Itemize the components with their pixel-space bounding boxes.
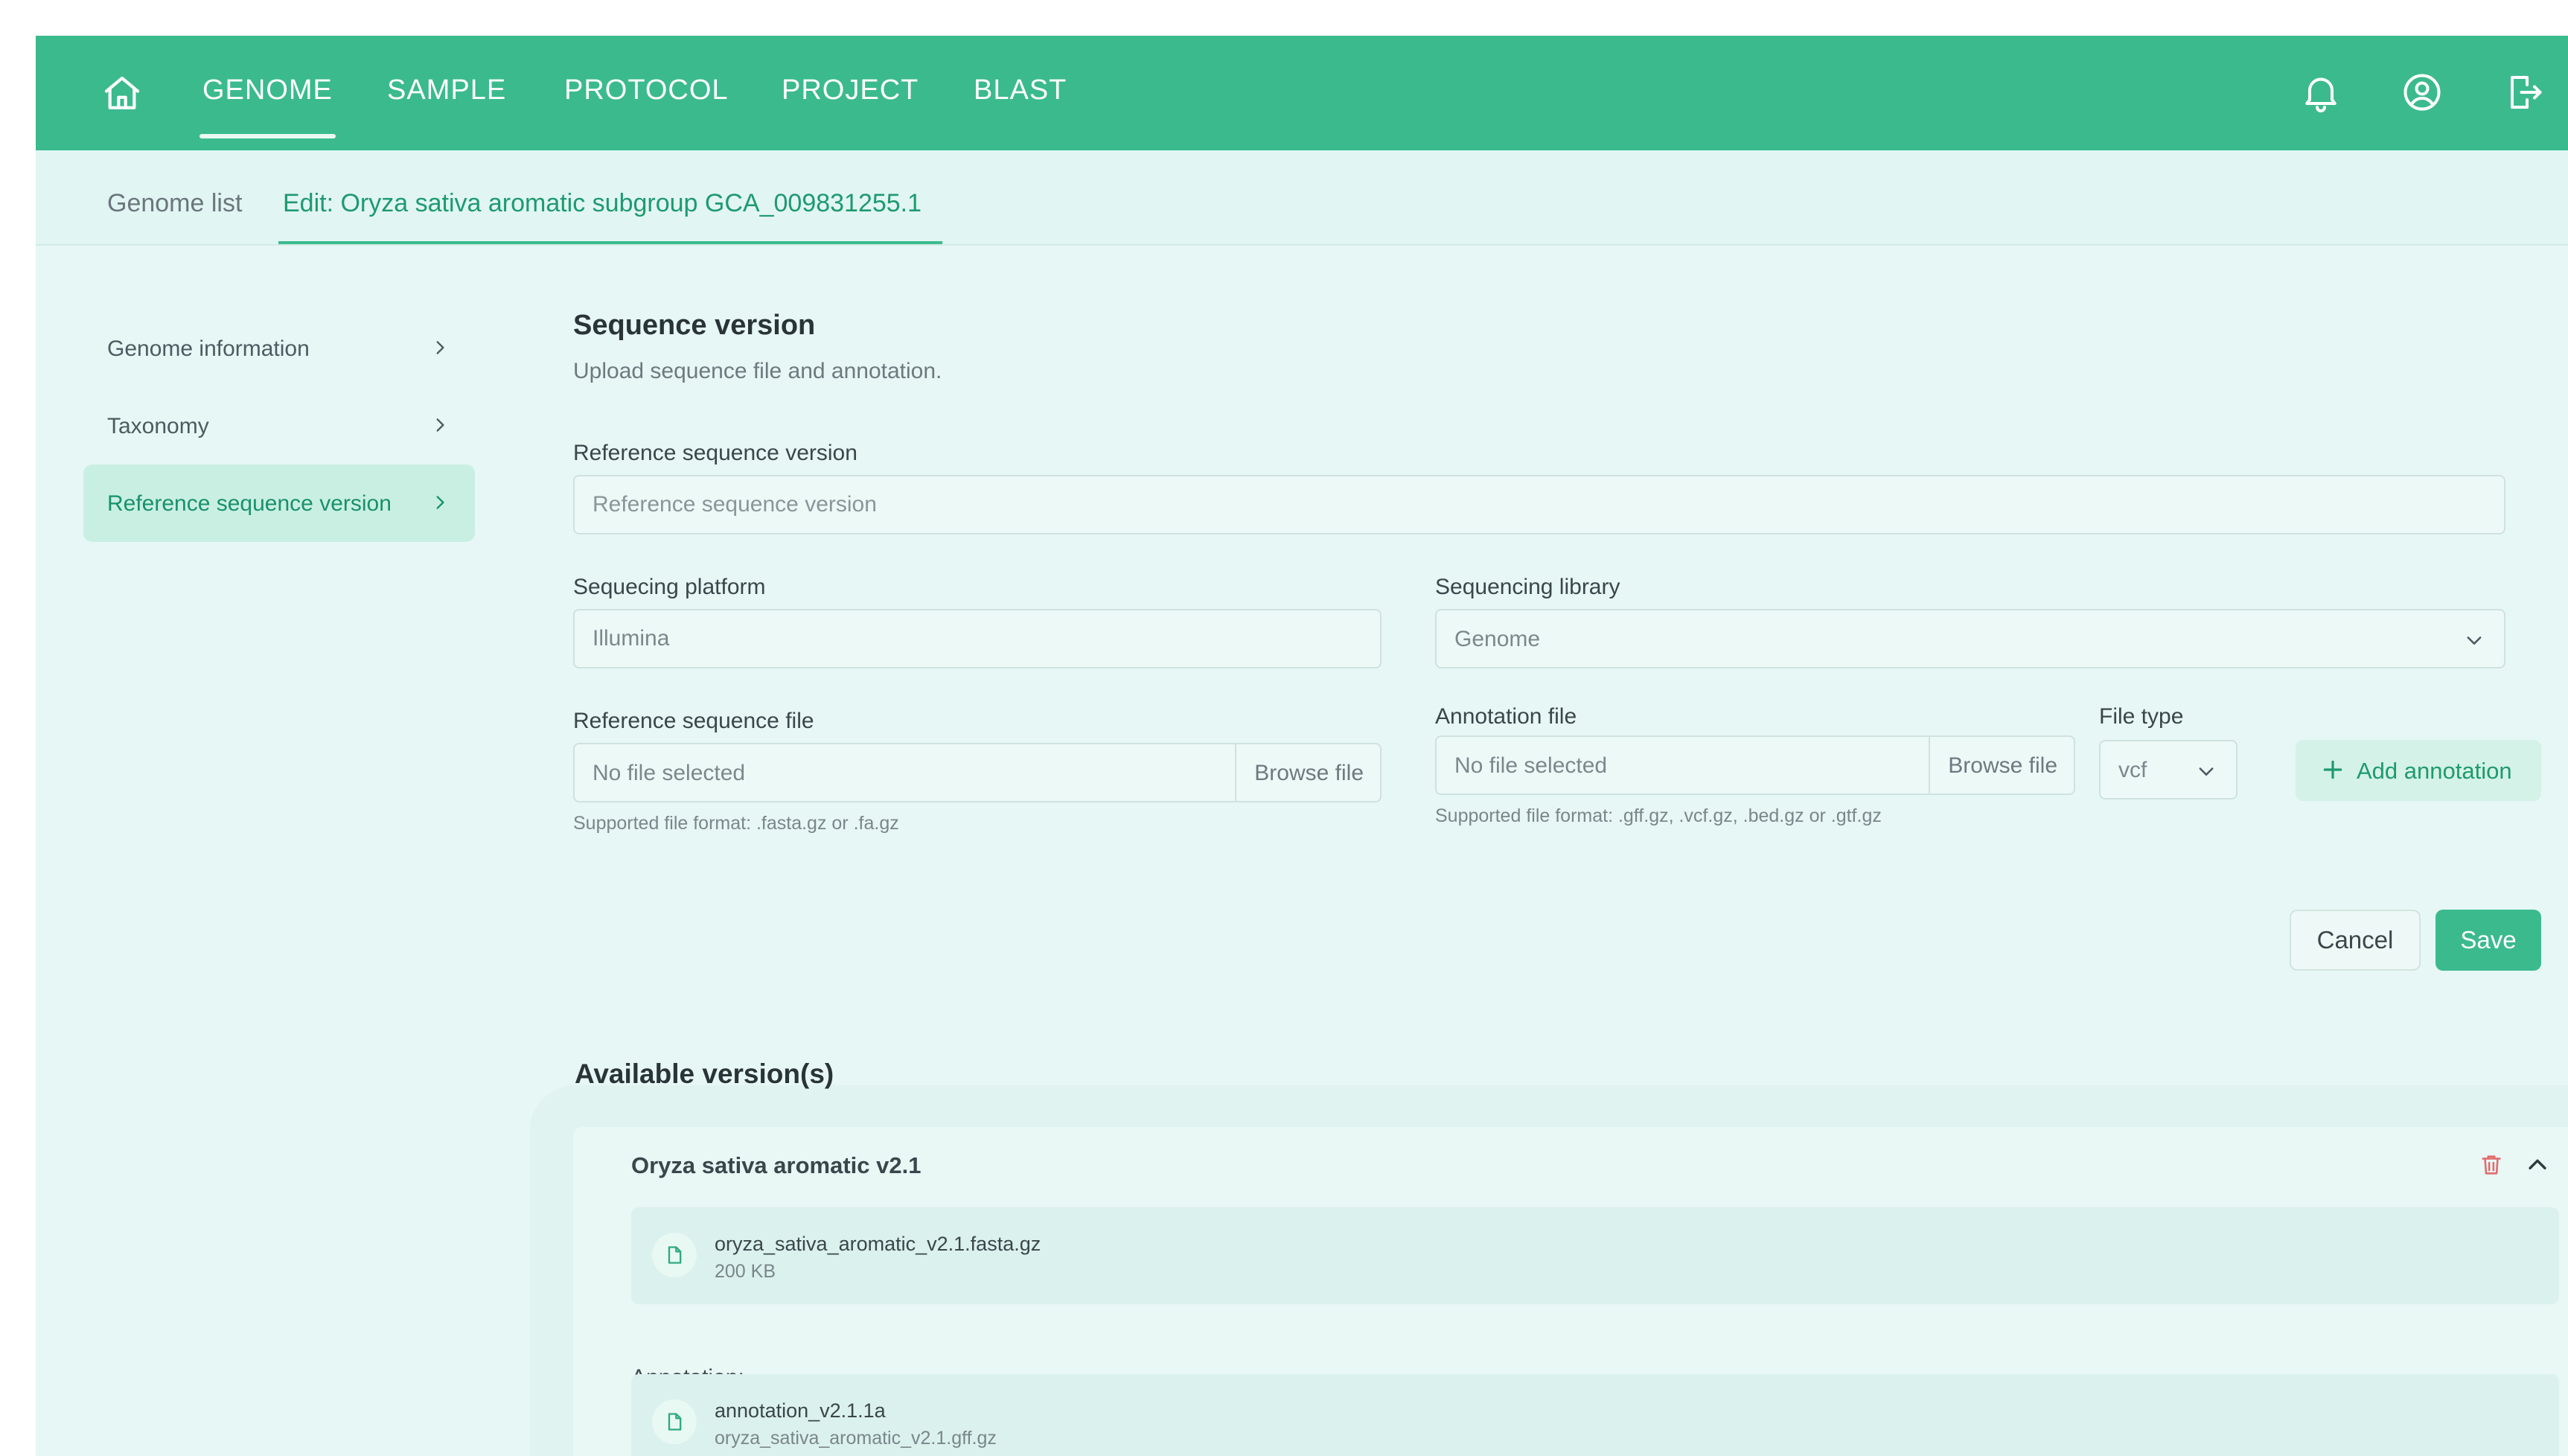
tab-edit-genome[interactable]: Edit: Oryza sativa aromatic subgroup GCA… xyxy=(283,189,922,218)
annotation-file-row: annotation_v2.1.1a oryza_sativa_aromatic… xyxy=(631,1374,2559,1456)
chevron-right-icon xyxy=(436,341,444,354)
library-label: Sequencing library xyxy=(1435,575,1620,599)
user-circle-icon[interactable] xyxy=(2400,70,2444,115)
sequence-file-size: 200 KB xyxy=(715,1261,776,1282)
chevron-right-icon xyxy=(436,418,444,432)
ref-version-label: Reference sequence version xyxy=(573,441,857,465)
logout-icon[interactable] xyxy=(2501,70,2546,115)
home-icon[interactable] xyxy=(101,73,143,115)
ref-file-label: Reference sequence file xyxy=(573,709,814,733)
sidebar-item-label: Genome information xyxy=(107,336,310,361)
breadcrumb-tabs: Genome list Edit: Oryza sativa aromatic … xyxy=(36,150,2568,246)
annotation-name: annotation_v2.1.1a xyxy=(715,1399,886,1422)
sidebar-item-reference-sequence-version[interactable]: Reference sequence version xyxy=(83,464,475,542)
app-frame: GENOME SAMPLE PROTOCOL PROJECT BLAST Gen… xyxy=(36,36,2568,1456)
ref-version-input[interactable] xyxy=(573,475,2505,534)
save-button[interactable]: Save xyxy=(2436,910,2541,971)
chevron-down-icon xyxy=(2467,636,2482,645)
library-select[interactable]: Genome xyxy=(1435,609,2505,668)
sequence-file-row: oryza_sativa_aromatic_v2.1.fasta.gz 200 … xyxy=(631,1207,2559,1304)
library-select-value: Genome xyxy=(1454,627,1541,651)
sidebar-item-label: Taxonomy xyxy=(107,414,209,438)
cancel-button[interactable]: Cancel xyxy=(2290,910,2421,971)
platform-input[interactable] xyxy=(573,609,1382,668)
file-icon xyxy=(652,1233,697,1277)
nav-project[interactable]: PROJECT xyxy=(782,74,919,106)
active-tab-indicator xyxy=(278,241,942,244)
sidebar-item-genome-information[interactable]: Genome information xyxy=(83,310,475,387)
ref-file-browse-button[interactable]: Browse file xyxy=(1235,744,1380,801)
nav-sample[interactable]: SAMPLE xyxy=(387,74,506,106)
version-name: Oryza sativa aromatic v2.1 xyxy=(631,1152,922,1178)
sequence-file-name: oryza_sativa_aromatic_v2.1.fasta.gz xyxy=(715,1233,1041,1255)
file-icon xyxy=(652,1399,697,1444)
nav-blast[interactable]: BLAST xyxy=(974,74,1067,106)
add-annotation-label: Add annotation xyxy=(2357,758,2512,784)
ref-file-name: No file selected xyxy=(593,761,746,785)
section-subtitle: Upload sequence file and annotation. xyxy=(573,359,942,383)
plus-icon xyxy=(2323,760,2342,779)
file-type-label: File type xyxy=(2099,704,2184,729)
platform-label: Sequecing platform xyxy=(573,575,766,599)
annotation-file-picker[interactable]: No file selected Browse file xyxy=(1435,735,2075,795)
ref-file-hint: Supported file format: .fasta.gz or .fa.… xyxy=(573,813,899,834)
annotation-file-name: No file selected xyxy=(1454,753,1608,778)
nav-genome[interactable]: GENOME xyxy=(199,74,336,138)
chevron-right-icon xyxy=(436,496,444,509)
sidebar-item-taxonomy[interactable]: Taxonomy xyxy=(83,387,475,464)
trash-icon[interactable] xyxy=(2479,1152,2504,1178)
nav-protocol[interactable]: PROTOCOL xyxy=(564,74,729,106)
ref-file-picker[interactable]: No file selected Browse file xyxy=(573,743,1382,802)
annotation-file-browse-button[interactable]: Browse file xyxy=(1929,737,2074,794)
sidebar-item-label: Reference sequence version xyxy=(107,491,392,516)
available-versions-title: Available version(s) xyxy=(575,1059,834,1089)
file-type-select-value: vcf xyxy=(2118,758,2147,782)
bell-icon[interactable] xyxy=(2299,70,2343,115)
top-navbar: GENOME SAMPLE PROTOCOL PROJECT BLAST xyxy=(36,36,2568,150)
annotation-file-label: Annotation file xyxy=(1435,704,1577,729)
chevron-up-icon[interactable] xyxy=(2525,1152,2550,1178)
file-type-select[interactable]: vcf xyxy=(2099,740,2238,799)
annotation-file-hint: Supported file format: .gff.gz, .vcf.gz,… xyxy=(1435,805,1882,826)
add-annotation-button[interactable]: Add annotation xyxy=(2296,740,2541,801)
annotation-file: oryza_sativa_aromatic_v2.1.gff.gz xyxy=(715,1428,997,1449)
chevron-down-icon xyxy=(2199,767,2214,776)
tab-genome-list[interactable]: Genome list xyxy=(107,189,242,218)
section-title: Sequence version xyxy=(573,310,816,341)
